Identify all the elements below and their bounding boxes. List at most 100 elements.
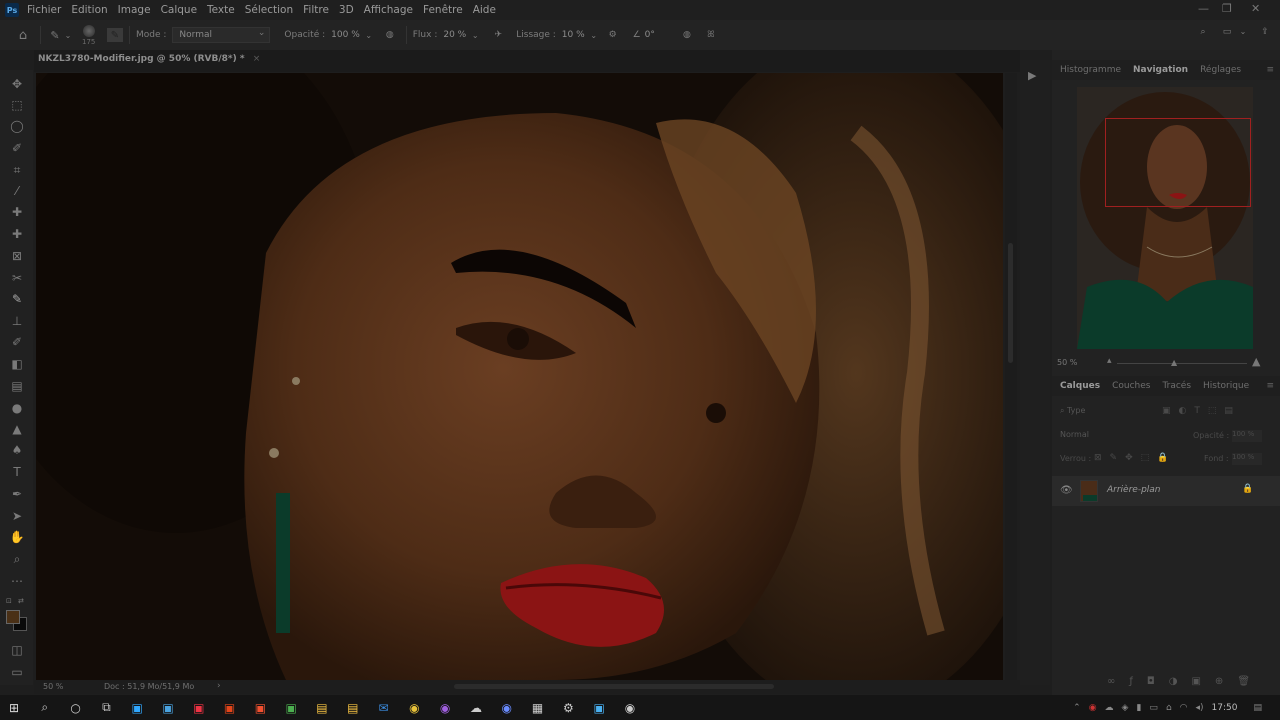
minimize-icon[interactable]: — bbox=[1198, 2, 1209, 15]
menu-selection[interactable]: Sélection bbox=[245, 4, 293, 16]
layer-row-arriere-plan[interactable]: 👁 Arrière-plan 🔒 bbox=[1052, 476, 1280, 506]
history-brush-tool-icon[interactable]: ✐ bbox=[9, 334, 25, 350]
menu-edition[interactable]: Edition bbox=[71, 4, 107, 16]
pressure-opacity-icon[interactable]: ◍ bbox=[380, 30, 400, 40]
scroll-thumb[interactable] bbox=[1008, 243, 1013, 363]
screen-mode-icon[interactable]: ▭ bbox=[9, 664, 25, 680]
panel-menu-icon[interactable]: ≡ bbox=[1266, 65, 1274, 75]
zoom-out-icon[interactable]: ▴ bbox=[1107, 356, 1112, 366]
app-taskbar-icon[interactable]: ▣ bbox=[249, 698, 271, 718]
cloud-taskbar-icon[interactable]: ☁ bbox=[465, 698, 487, 718]
blend-mode-select[interactable]: Normal bbox=[1060, 430, 1185, 444]
brush-tool-icon[interactable]: ✎ bbox=[9, 291, 25, 307]
lightroom-taskbar-icon[interactable]: ▣ bbox=[157, 698, 179, 718]
marquee-tool-icon[interactable]: ⬚ bbox=[9, 97, 25, 113]
home-icon[interactable]: ⌂ bbox=[12, 28, 34, 43]
brush-tool-icon[interactable]: ✎ bbox=[47, 29, 63, 42]
volume-tray-icon[interactable]: ◂) bbox=[1196, 703, 1204, 713]
smoothing-settings-gear-icon[interactable]: ⚙ bbox=[603, 30, 623, 40]
navigator-view-box[interactable] bbox=[1105, 118, 1251, 207]
symmetry-butterfly-icon[interactable]: ꕤ bbox=[701, 30, 721, 40]
navigator-zoom-value[interactable]: 50 % bbox=[1057, 358, 1077, 367]
hand-tool-icon[interactable]: ✋ bbox=[9, 529, 25, 545]
steam-taskbar-icon[interactable]: ◉ bbox=[619, 698, 641, 718]
dodge-tool-icon[interactable]: ▲ bbox=[9, 421, 25, 437]
clock-time[interactable]: 17:50 bbox=[1212, 703, 1238, 713]
quick-selection-tool-icon[interactable]: ✐ bbox=[9, 140, 25, 156]
tab-calques[interactable]: Calques bbox=[1060, 381, 1100, 391]
crop-tool-icon[interactable]: ⌗ bbox=[9, 162, 25, 178]
fill-input[interactable]: 100 % bbox=[1232, 453, 1262, 465]
chevron-down-icon[interactable]: ⌄ bbox=[1238, 27, 1248, 36]
antivirus-tray-icon[interactable]: ◉ bbox=[1089, 703, 1097, 713]
more-tools-icon[interactable]: ⋯ bbox=[9, 573, 25, 589]
tab-couches[interactable]: Couches bbox=[1112, 381, 1150, 391]
swap-colors-icon[interactable]: ⇄ bbox=[18, 597, 26, 605]
gradient-tool-icon[interactable]: ▤ bbox=[9, 378, 25, 394]
zoom-tool-icon[interactable]: ⌕ bbox=[9, 551, 25, 567]
brush-settings-icon[interactable]: ✎ bbox=[107, 28, 123, 42]
layer-opacity-input[interactable]: 100 % bbox=[1232, 430, 1262, 442]
bridge-taskbar-icon[interactable]: ▣ bbox=[188, 698, 210, 718]
horizontal-scrollbar[interactable] bbox=[454, 684, 774, 689]
blur-tool-icon[interactable]: ● bbox=[9, 400, 25, 416]
file-explorer-taskbar-icon[interactable]: ▤ bbox=[311, 698, 333, 718]
menu-image[interactable]: Image bbox=[118, 4, 151, 16]
tab-historique[interactable]: Historique bbox=[1203, 381, 1249, 391]
menu-texte[interactable]: Texte bbox=[207, 4, 235, 16]
app-purple-taskbar-icon[interactable]: ◉ bbox=[434, 698, 456, 718]
chevron-down-icon[interactable]: ⌄ bbox=[589, 31, 599, 40]
default-colors-icon[interactable]: ⊡ bbox=[6, 597, 14, 605]
tab-traces[interactable]: Tracés bbox=[1162, 381, 1191, 391]
patch-tool-icon[interactable]: ✚ bbox=[9, 226, 25, 242]
zoom-slider-track[interactable] bbox=[1117, 363, 1247, 364]
smoothing-input[interactable]: 10 % bbox=[562, 30, 585, 40]
layer-filter-search[interactable]: ⌕ Type bbox=[1060, 406, 1160, 420]
chevron-down-icon[interactable]: ⌄ bbox=[63, 31, 73, 40]
menu-affichage[interactable]: Affichage bbox=[364, 4, 413, 16]
lock-options-icons[interactable]: ⊠✎✥⬚🔒 bbox=[1094, 453, 1176, 463]
chevron-down-icon[interactable]: ⌄ bbox=[470, 31, 480, 40]
foreground-color-swatch[interactable] bbox=[6, 610, 20, 624]
frame-tool-icon[interactable]: ⊠ bbox=[9, 248, 25, 264]
menu-calque[interactable]: Calque bbox=[161, 4, 197, 16]
cortana-icon[interactable]: ○ bbox=[65, 698, 87, 718]
angle-input[interactable]: 0° bbox=[645, 30, 655, 40]
mail-taskbar-icon[interactable]: ✉ bbox=[373, 698, 395, 718]
sponge-tool-icon[interactable]: ♠ bbox=[9, 442, 25, 458]
layer-name[interactable]: Arrière-plan bbox=[1107, 485, 1161, 495]
battery-tray-icon[interactable]: ▭ bbox=[1149, 703, 1158, 713]
layer-filter-icons[interactable]: ▣◐T⬚▤ bbox=[1162, 406, 1241, 416]
pressure-size-icon[interactable]: ◍ bbox=[677, 30, 697, 40]
panel-menu-icon[interactable]: ≡ bbox=[1266, 381, 1274, 391]
type-tool-icon[interactable]: T bbox=[9, 464, 25, 480]
menu-fenetre[interactable]: Fenêtre bbox=[423, 4, 463, 16]
navigator-thumbnail[interactable] bbox=[1077, 87, 1253, 349]
photoshop-taskbar-icon[interactable]: ▣ bbox=[126, 698, 148, 718]
onedrive-tray-icon[interactable]: ☁ bbox=[1105, 703, 1114, 713]
menu-fichier[interactable]: Fichier bbox=[27, 4, 61, 16]
airbrush-icon[interactable]: ✈ bbox=[486, 30, 510, 40]
tab-reglages[interactable]: Réglages bbox=[1200, 65, 1241, 75]
play-actions-icon[interactable]: ▶ bbox=[1028, 69, 1036, 82]
wifi-tray-icon[interactable]: ◠ bbox=[1180, 703, 1188, 713]
workspace-icon[interactable]: ▭ bbox=[1220, 27, 1234, 37]
zoom-in-icon[interactable]: ▲ bbox=[1252, 355, 1260, 368]
usb-tray-icon[interactable]: ▮ bbox=[1136, 703, 1141, 713]
eraser-tool-icon[interactable]: ◧ bbox=[9, 356, 25, 372]
search-icon[interactable]: ⌕ bbox=[1196, 27, 1210, 37]
app-blue-taskbar-icon[interactable]: ▣ bbox=[588, 698, 610, 718]
eye-visibility-icon[interactable]: 👁 bbox=[1060, 485, 1073, 496]
chrome-taskbar-icon[interactable]: ◉ bbox=[403, 698, 425, 718]
document-canvas[interactable] bbox=[36, 73, 1003, 680]
vertical-scrollbar[interactable] bbox=[1005, 73, 1017, 680]
menu-3d[interactable]: 3D bbox=[339, 4, 354, 16]
notifications-icon[interactable]: ▤ bbox=[1253, 703, 1262, 713]
pen-tool-icon[interactable]: ✒ bbox=[9, 486, 25, 502]
status-zoom[interactable]: 50 % bbox=[43, 682, 63, 691]
share-icon[interactable]: ⇪ bbox=[1258, 27, 1272, 37]
dropbox-tray-icon[interactable]: ◈ bbox=[1122, 703, 1129, 713]
acrobat-taskbar-icon[interactable]: ▣ bbox=[219, 698, 241, 718]
eyedropper-tool-icon[interactable]: ⁄ bbox=[9, 183, 25, 199]
brush-preset-picker[interactable]: 175 bbox=[73, 20, 107, 50]
